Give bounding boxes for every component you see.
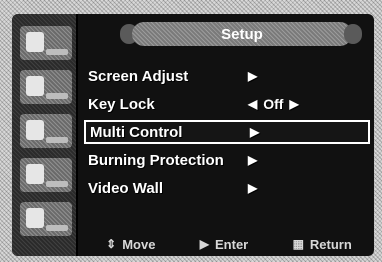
- category-icon-4[interactable]: [20, 158, 72, 192]
- up-down-arrows-icon: ⇕: [106, 237, 117, 251]
- enter-arrow-icon: ▶: [199, 237, 210, 251]
- menu-item-label: Video Wall: [88, 179, 164, 197]
- guide-enter-label: Enter: [215, 236, 249, 252]
- title-right-cap: [344, 24, 362, 44]
- menu-grid-icon: ▦: [292, 237, 304, 251]
- arrow-right-icon: ▶: [250, 125, 260, 139]
- category-icon-5[interactable]: [20, 202, 72, 236]
- menu-item-multi-control[interactable]: Multi Control ▶: [84, 120, 370, 144]
- menu-title-text: Setup: [221, 25, 263, 43]
- menu-item-label: Screen Adjust: [88, 67, 189, 85]
- menu-item-video-wall[interactable]: Video Wall ▶: [84, 176, 370, 200]
- arrow-left-icon[interactable]: ◀: [248, 97, 257, 111]
- menu-item-key-lock[interactable]: Key Lock ◀ Off ▶: [84, 92, 370, 116]
- menu-item-screen-adjust[interactable]: Screen Adjust ▶: [84, 64, 370, 88]
- arrow-right-icon: ▶: [248, 69, 258, 83]
- arrow-right-icon: ▶: [248, 153, 258, 167]
- category-icon-3[interactable]: [20, 114, 72, 148]
- category-icon-1[interactable]: [20, 26, 72, 60]
- guide-move: ⇕ Move: [106, 237, 155, 252]
- button-guide: ⇕ Move ▶ Enter ▦ Return: [84, 234, 374, 254]
- guide-move-label: Move: [122, 236, 156, 252]
- menu-title: Setup: [132, 22, 352, 46]
- key-lock-value-selector[interactable]: ◀ Off ▶: [238, 96, 299, 112]
- key-lock-value: Off: [263, 96, 284, 112]
- category-icon-2[interactable]: [20, 70, 72, 104]
- guide-enter: ▶ Enter: [200, 237, 248, 252]
- guide-return: ▦ Return: [293, 237, 352, 252]
- arrow-right-icon[interactable]: ▶: [289, 97, 298, 111]
- category-strip: [12, 14, 78, 256]
- menu-item-burning-protection[interactable]: Burning Protection ▶: [84, 148, 370, 172]
- menu-item-label: Burning Protection: [88, 151, 224, 169]
- guide-return-label: Return: [309, 236, 352, 252]
- arrow-right-icon: ▶: [248, 181, 258, 195]
- setup-menu: Screen Adjust ▶ Key Lock ◀ Off ▶ Multi C…: [84, 64, 370, 204]
- osd-panel: Setup Screen Adjust ▶ Key Lock ◀ Off ▶ M…: [12, 14, 374, 256]
- menu-item-label: Key Lock: [88, 95, 155, 113]
- menu-item-label: Multi Control: [90, 123, 183, 141]
